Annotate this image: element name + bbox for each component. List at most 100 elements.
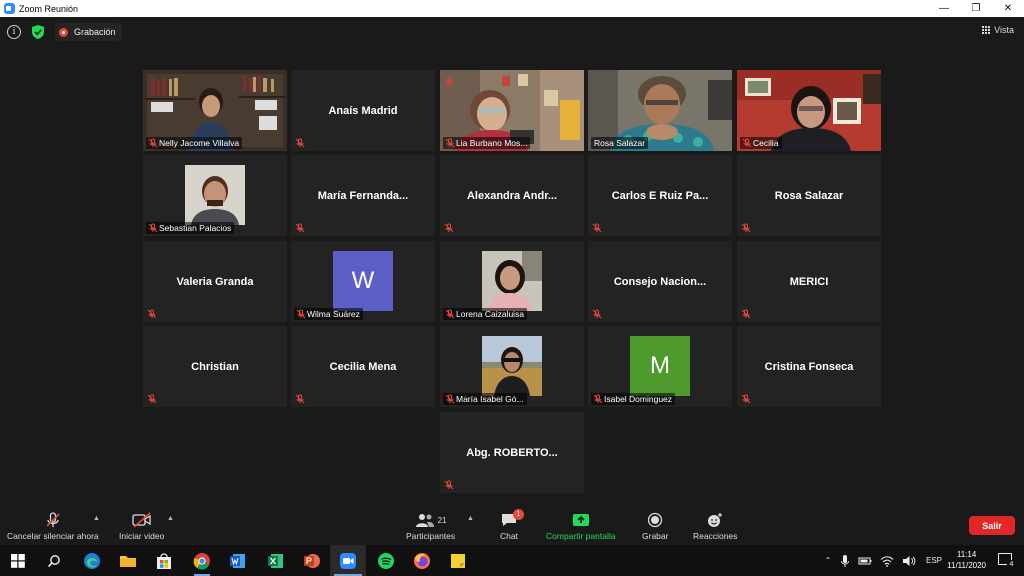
info-icon[interactable]: i [7,25,21,39]
participant-tile[interactable]: Abg. ROBERTO... [440,412,584,493]
share-screen-icon [572,514,589,526]
participants-count: 21 [437,515,447,525]
tray-chevron-up-icon[interactable]: ⌃ [820,556,836,565]
taskbar-file-explorer[interactable] [110,545,146,576]
participant-tile[interactable]: María Fernanda... [291,155,435,236]
participant-tile[interactable]: MERICI [737,241,881,322]
maximize-button[interactable]: ❐ [960,0,992,17]
muted-mic-icon [445,138,455,148]
participant-tile[interactable]: Cecilia [737,70,881,151]
taskbar-word[interactable] [220,545,256,576]
muted-mic-icon [147,309,157,319]
meeting-top-strip: i Grabación Vista [0,17,1024,47]
chat-unread-badge: 1 [513,509,524,520]
participant-name: Christian [191,360,239,373]
participant-tile-active-speaker[interactable]: Rosa Salazar [588,70,732,151]
participant-name: Rosa Salazar [774,189,844,202]
wifi-icon[interactable] [880,555,894,567]
muted-mic-icon [295,138,305,148]
muted-mic-icon [295,394,305,404]
recording-icon [59,27,68,37]
taskbar-search-button[interactable] [36,545,72,576]
share-screen-button[interactable]: Compartir pantalla [546,511,615,541]
taskbar-spotify[interactable] [368,545,404,576]
muted-mic-icon [445,394,455,404]
record-button[interactable]: Grabar [642,511,668,541]
participant-tile[interactable]: María Isabel Gó... [440,326,584,407]
spotify-icon [378,552,394,569]
participant-tile[interactable]: Consejo Nacion... [588,241,732,322]
taskbar-clock[interactable]: 11:14 11/11/2020 [947,549,986,571]
participant-tile[interactable]: Sebastian Palacios [143,155,287,236]
record-icon [648,512,663,528]
participant-name: Cristina Fonseca [764,360,854,373]
taskbar-zoom[interactable] [330,545,366,576]
participant-tile[interactable]: Carlos E Ruiz Pa... [588,155,732,236]
grid-view-icon [982,26,991,34]
store-bag-icon [157,552,171,569]
unmute-button[interactable]: Cancelar silenciar ahora [7,511,99,541]
windows-taskbar: ⌃ ESP 11:14 11/11/2020 4 [0,545,1024,576]
folder-icon [120,555,136,567]
battery-icon[interactable] [858,555,872,567]
participants-icon [415,514,434,527]
input-language[interactable]: ESP [926,556,942,565]
taskbar-powerpoint[interactable] [294,545,330,576]
edge-browser-icon [84,552,100,569]
participant-tile[interactable]: Alexandra Andr... [440,155,584,236]
participant-name: Abg. ROBERTO... [466,446,558,459]
audio-options-chevron-up-icon[interactable]: ▲ [93,515,100,522]
participant-tile[interactable]: Anaís Madrid [291,70,435,151]
participant-tile[interactable]: M Isabel Dominguez [588,326,732,407]
chrome-browser-icon [193,552,210,570]
muted-mic-icon [444,223,454,233]
participant-name: Isabel Dominguez [591,393,676,405]
participant-avatar: W [333,251,393,311]
minimize-button[interactable]: — [928,0,960,17]
participants-button[interactable]: 21 Participantes [406,511,455,541]
participant-tile[interactable]: Cecilia Mena [291,326,435,407]
participant-tile[interactable]: Rosa Salazar [737,155,881,236]
participant-tile[interactable]: Nelly Jacome Villalva [143,70,287,151]
powerpoint-icon [304,553,320,568]
video-options-chevron-up-icon[interactable]: ▲ [167,515,174,522]
firefox-icon [414,552,430,569]
participant-tile[interactable]: Valeria Granda [143,241,287,322]
shield-icon[interactable] [31,24,45,40]
taskbar-edge[interactable] [74,545,110,576]
recording-indicator[interactable]: Grabación [55,23,122,41]
muted-mic-icon [147,394,157,404]
taskbar-firefox[interactable] [404,545,440,576]
leave-meeting-button[interactable]: Salir [969,516,1015,535]
taskbar-chrome[interactable] [184,545,220,576]
participant-name: MERICI [789,275,829,288]
volume-icon[interactable] [902,555,916,567]
view-button[interactable]: Vista [982,25,1014,35]
start-button[interactable] [0,545,36,576]
microphone-in-use-icon[interactable] [840,554,850,568]
participant-tile[interactable]: W Wilma Suárez [291,241,435,322]
participant-tile[interactable]: Christian [143,326,287,407]
taskbar-store[interactable] [146,545,182,576]
participant-name: Cecilia Mena [329,360,397,373]
participant-tile[interactable]: Cristina Fonseca [737,326,881,407]
participant-name: Sebastian Palacios [146,222,235,234]
word-icon [230,553,245,568]
reactions-smiley-icon [708,513,723,527]
close-button[interactable]: ✕ [992,0,1024,17]
reactions-button[interactable]: Reacciones [693,511,737,541]
clock-time: 11:14 [956,550,977,559]
taskbar-excel[interactable] [258,545,294,576]
participant-name: Wilma Suárez [294,308,363,320]
participants-chevron-up-icon[interactable]: ▲ [467,515,474,522]
muted-mic-icon [593,394,603,404]
participant-tile[interactable]: Lia Burbano Mos... [440,70,584,151]
start-video-button[interactable]: Iniciar video [119,511,164,541]
search-icon [47,554,60,567]
view-label: Vista [994,25,1014,35]
title-bar: Zoom Reunión — ❐ ✕ [0,0,1024,17]
action-center-notification-icon[interactable]: 4 [998,553,1016,569]
chat-button[interactable]: 1 Chat [500,509,524,541]
taskbar-sticky-notes[interactable] [440,545,476,576]
participant-tile[interactable]: Lorena Caizaluisa [440,241,584,322]
